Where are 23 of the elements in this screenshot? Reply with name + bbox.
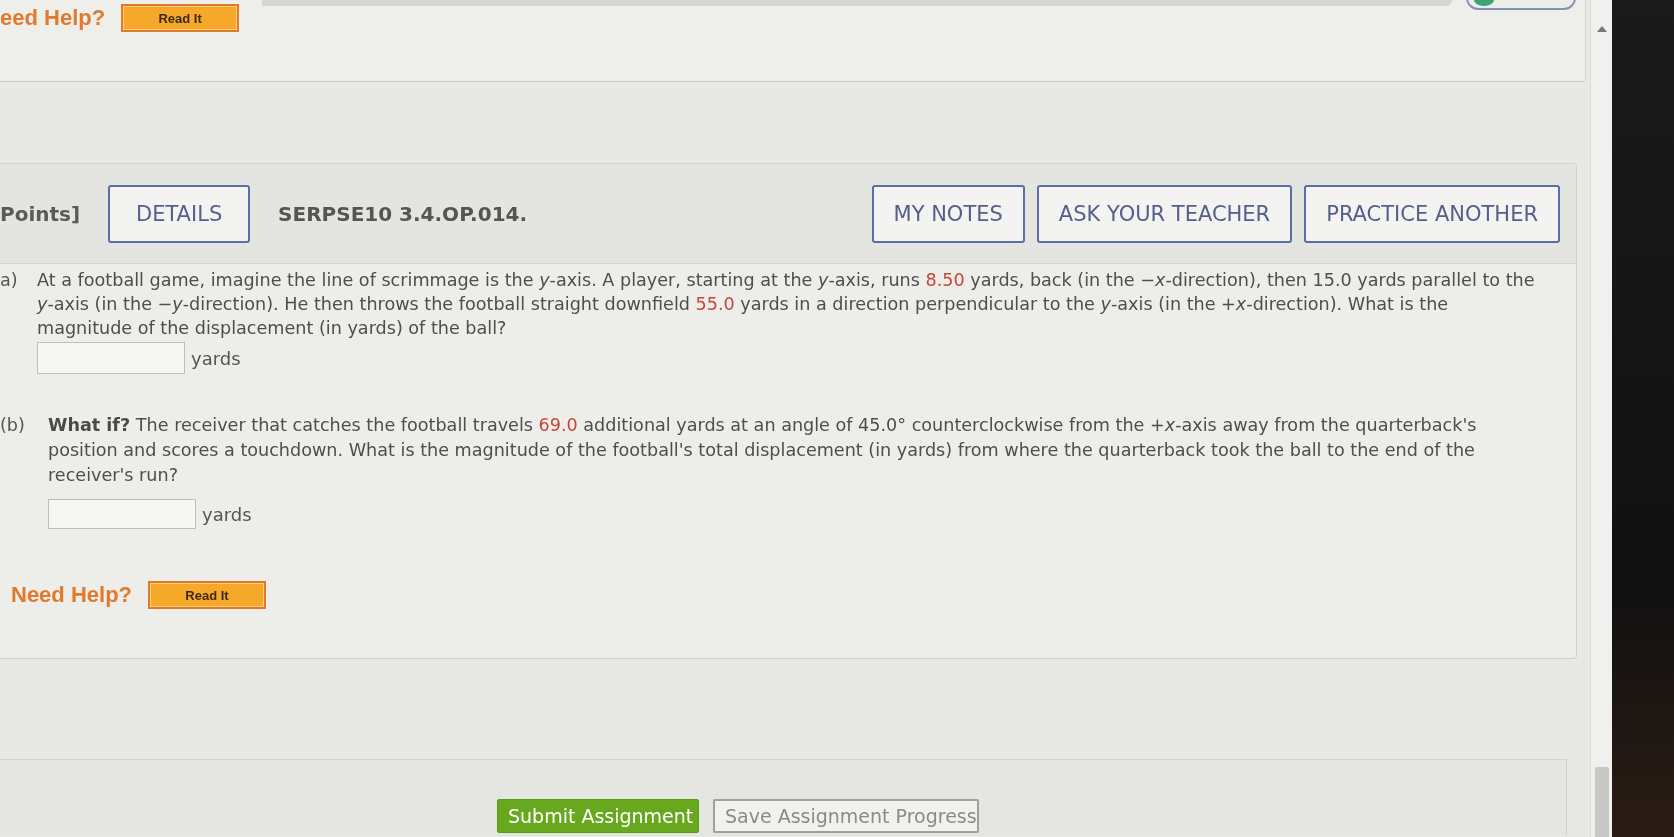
question-text: What if? The receiver that catches the football travels 69.0 additional yards at an angle of 45.0° counterclockwise from the +x-axis away from the quarterback's position and scores a touchdown. What is the magnitude of the football's total displacement (in yards) from where the quarterback took the ball to the end of the receiver's run? (48, 414, 1478, 487)
save-button[interactable]: Save Assignment Progress (713, 799, 979, 833)
action-button[interactable]: ASK YOUR TEACHER (1036, 184, 1293, 243)
scroll-up-icon[interactable] (1596, 26, 1607, 32)
action-button[interactable]: PRACTICE ANOTHER (1304, 184, 1560, 243)
part-label: a) (0, 269, 19, 292)
question-code: SERPSE10 3.4.OP.014. (278, 201, 528, 226)
read-it-button[interactable]: Read It (148, 581, 267, 609)
help-label: Need Help? (11, 582, 133, 608)
scrollbar-thumb[interactable] (1594, 767, 1609, 837)
part-label: (b) (0, 414, 26, 437)
details-button[interactable]: DETAILS (108, 184, 251, 243)
answer-field[interactable] (37, 342, 185, 374)
unit-label: yards (202, 503, 252, 525)
read-it-button[interactable]: Read It (121, 4, 240, 32)
scrollbar[interactable] (1590, 0, 1612, 837)
points-label: Points] (0, 201, 81, 226)
submit-button[interactable]: Submit Assignment (497, 799, 699, 833)
unit-label: yards (191, 347, 241, 369)
action-button[interactable]: MY NOTES (871, 184, 1025, 243)
question-text: At a football game, imagine the line of scrimmage is the y-axis. A player, starting at the y-axis, runs 8.50 yards, back (in the −x-direction), then 15.0 yards parallel to the y-axis (in the −y-direction). He then throws the football straight downfield 55.0 yards in a direction perpendicular to the y-axis (in the +x-direction). What is the magnitude of the displacement (in yards) of the ball? (37, 269, 1536, 340)
answer-field[interactable] (48, 499, 196, 529)
help-label: eed Help? (0, 5, 106, 31)
